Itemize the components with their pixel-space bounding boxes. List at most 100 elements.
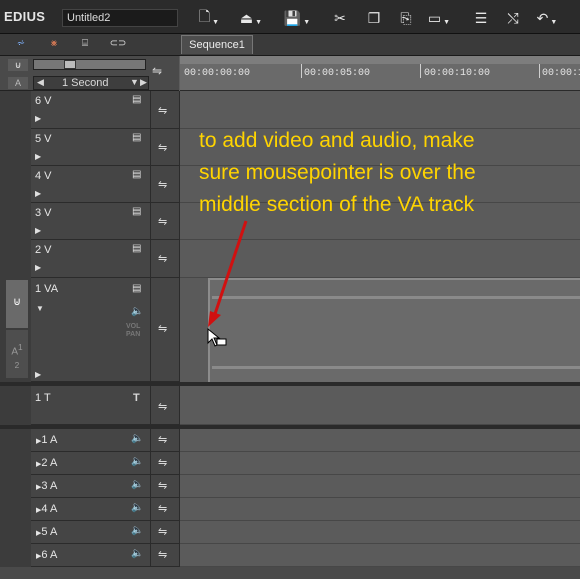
- video-mute-icon[interactable]: ▤: [132, 283, 141, 294]
- new-project-button[interactable]: 🗋 ▼: [196, 7, 222, 29]
- vol-label: VOL: [126, 323, 141, 330]
- undo-icon: ↶: [536, 9, 549, 26]
- lock-icon: ⤭: [507, 9, 519, 26]
- patch-icon[interactable]: ⇋: [158, 456, 167, 469]
- insert-icon: ▭: [427, 9, 442, 26]
- track-label: 6 V: [35, 95, 52, 107]
- track-label: 6 A: [41, 549, 58, 561]
- expand-icon[interactable]: ▶: [35, 189, 41, 198]
- sync-lock-button[interactable]: ⤭: [500, 7, 526, 29]
- mixer-icon[interactable]: ⩫: [10, 38, 32, 52]
- patch-icon[interactable]: ⇋: [158, 502, 167, 515]
- va-audio-divider: [212, 366, 580, 369]
- timescale-select[interactable]: ◀ 1 Second ▼ ▶: [33, 76, 149, 90]
- timeline-lane-6v[interactable]: [180, 91, 580, 129]
- speaker-icon[interactable]: 🔈: [131, 433, 143, 444]
- open-project-button[interactable]: ⏏ ▼: [238, 7, 264, 29]
- speaker-icon[interactable]: 🔈: [131, 306, 143, 317]
- rubberband-icon[interactable]: ⨳: [43, 38, 65, 52]
- collapse-icon[interactable]: ▼: [36, 304, 44, 313]
- chevron-left-icon[interactable]: ◀: [37, 77, 44, 88]
- timeline-lane-2a[interactable]: [180, 452, 580, 475]
- open-icon: ⏏: [239, 9, 254, 26]
- speaker-icon[interactable]: 🔈: [131, 502, 143, 513]
- track-label: 4 A: [41, 503, 58, 515]
- project-name-field[interactable]: Untitled2: [62, 9, 178, 27]
- speaker-icon[interactable]: 🔈: [131, 525, 143, 536]
- expand-icon[interactable]: ▶: [35, 226, 41, 235]
- app-logo: EDIUS: [4, 9, 46, 24]
- video-mute-icon[interactable]: ▤: [132, 206, 141, 217]
- timeline-lane-3a[interactable]: [180, 475, 580, 498]
- patch-icon[interactable]: ⇋: [158, 479, 167, 492]
- video-mute-icon[interactable]: ▤: [132, 169, 141, 180]
- ripple-button[interactable]: ☰: [468, 7, 494, 29]
- channel-top: 1: [18, 342, 23, 352]
- annotation-line: sure mousepointer is over the: [199, 161, 476, 184]
- timecode-label: 00:00:10:00: [424, 68, 491, 79]
- patch-icon[interactable]: ⇋: [158, 252, 167, 265]
- expand-icon[interactable]: ▶: [35, 152, 41, 161]
- timecode-label: 00:00:00:00: [184, 68, 251, 79]
- timeline-settings-icon[interactable]: ⇋: [152, 64, 162, 78]
- chevron-down-icon[interactable]: ▼: [130, 77, 139, 87]
- magnet-icon[interactable]: ⊍: [8, 59, 28, 71]
- tab-sequence1[interactable]: Sequence1: [181, 35, 253, 54]
- expand-icon[interactable]: ▶: [35, 370, 41, 379]
- track-lock-icon[interactable]: A: [8, 77, 28, 89]
- filmstrip-icon[interactable]: ⌸: [74, 38, 96, 52]
- track-label: 2 A: [41, 457, 58, 469]
- patch-icon[interactable]: ⇋: [158, 322, 167, 335]
- speaker-icon[interactable]: 🔈: [131, 456, 143, 467]
- track-label: 5 V: [35, 133, 52, 145]
- timeline-lane-1a[interactable]: [180, 429, 580, 452]
- video-mute-icon[interactable]: ▤: [132, 243, 141, 254]
- undo-button[interactable]: ↶ ▼: [534, 7, 560, 29]
- video-mute-icon[interactable]: ▤: [132, 94, 141, 105]
- audio-channel-map[interactable]: A1 2: [6, 330, 28, 378]
- zoom-slider[interactable]: [33, 59, 146, 70]
- patch-icon[interactable]: ⇋: [158, 104, 167, 117]
- patch-icon[interactable]: ⇋: [158, 400, 167, 413]
- copy-button[interactable]: ❐: [361, 7, 387, 29]
- timeline-lane-1t[interactable]: [180, 386, 580, 425]
- video-mute-icon[interactable]: ▤: [132, 132, 141, 143]
- patch-icon[interactable]: ⇋: [158, 548, 167, 561]
- track-label: 1 T: [35, 392, 51, 404]
- timeline-lane-5a[interactable]: [180, 521, 580, 544]
- timeline-lane-4a[interactable]: [180, 498, 580, 521]
- annotation-line: to add video and audio, make: [199, 129, 475, 152]
- patch-icon[interactable]: ⇋: [158, 215, 167, 228]
- va-video-divider: [212, 296, 580, 299]
- track-label: 3 V: [35, 207, 52, 219]
- timecode-label: 00:00:1: [542, 68, 580, 79]
- timeline-lane-6a[interactable]: [180, 544, 580, 567]
- ruler-tick: [420, 64, 421, 78]
- speaker-icon[interactable]: 🔈: [131, 548, 143, 559]
- patch-icon[interactable]: ⇋: [158, 433, 167, 446]
- save-button[interactable]: 💾 ▼: [284, 7, 310, 29]
- mouse-pointer-icon: [207, 327, 227, 347]
- track-label: 3 A: [41, 480, 58, 492]
- cut-button[interactable]: ✂: [327, 7, 353, 29]
- patch-icon[interactable]: ⇋: [158, 178, 167, 191]
- link-icon[interactable]: ⊂⊃: [107, 38, 129, 52]
- track-label: 1 VA: [35, 283, 59, 295]
- expand-icon[interactable]: ▶: [35, 263, 41, 272]
- chevron-right-icon[interactable]: ▶: [140, 77, 147, 88]
- timescale-value: 1 Second: [62, 77, 109, 89]
- channel-letter: A: [11, 346, 19, 358]
- save-icon: 💾: [283, 9, 302, 26]
- speaker-icon[interactable]: 🔈: [131, 479, 143, 490]
- timecode-label: 00:00:05:00: [304, 68, 371, 79]
- expand-icon[interactable]: ▶: [35, 114, 41, 123]
- zoom-slider-handle[interactable]: [64, 60, 76, 69]
- va-sync-toggle[interactable]: ⊍: [6, 280, 28, 328]
- patch-icon[interactable]: ⇋: [158, 141, 167, 154]
- paste-button[interactable]: ⎘: [393, 7, 419, 29]
- title-track-icon[interactable]: T: [133, 392, 140, 404]
- patch-icon[interactable]: ⇋: [158, 525, 167, 538]
- insert-mode-button[interactable]: ▭ ▼: [426, 7, 452, 29]
- ruler-tick: [539, 64, 540, 78]
- vol-pan-switch[interactable]: VOL PAN: [126, 323, 140, 339]
